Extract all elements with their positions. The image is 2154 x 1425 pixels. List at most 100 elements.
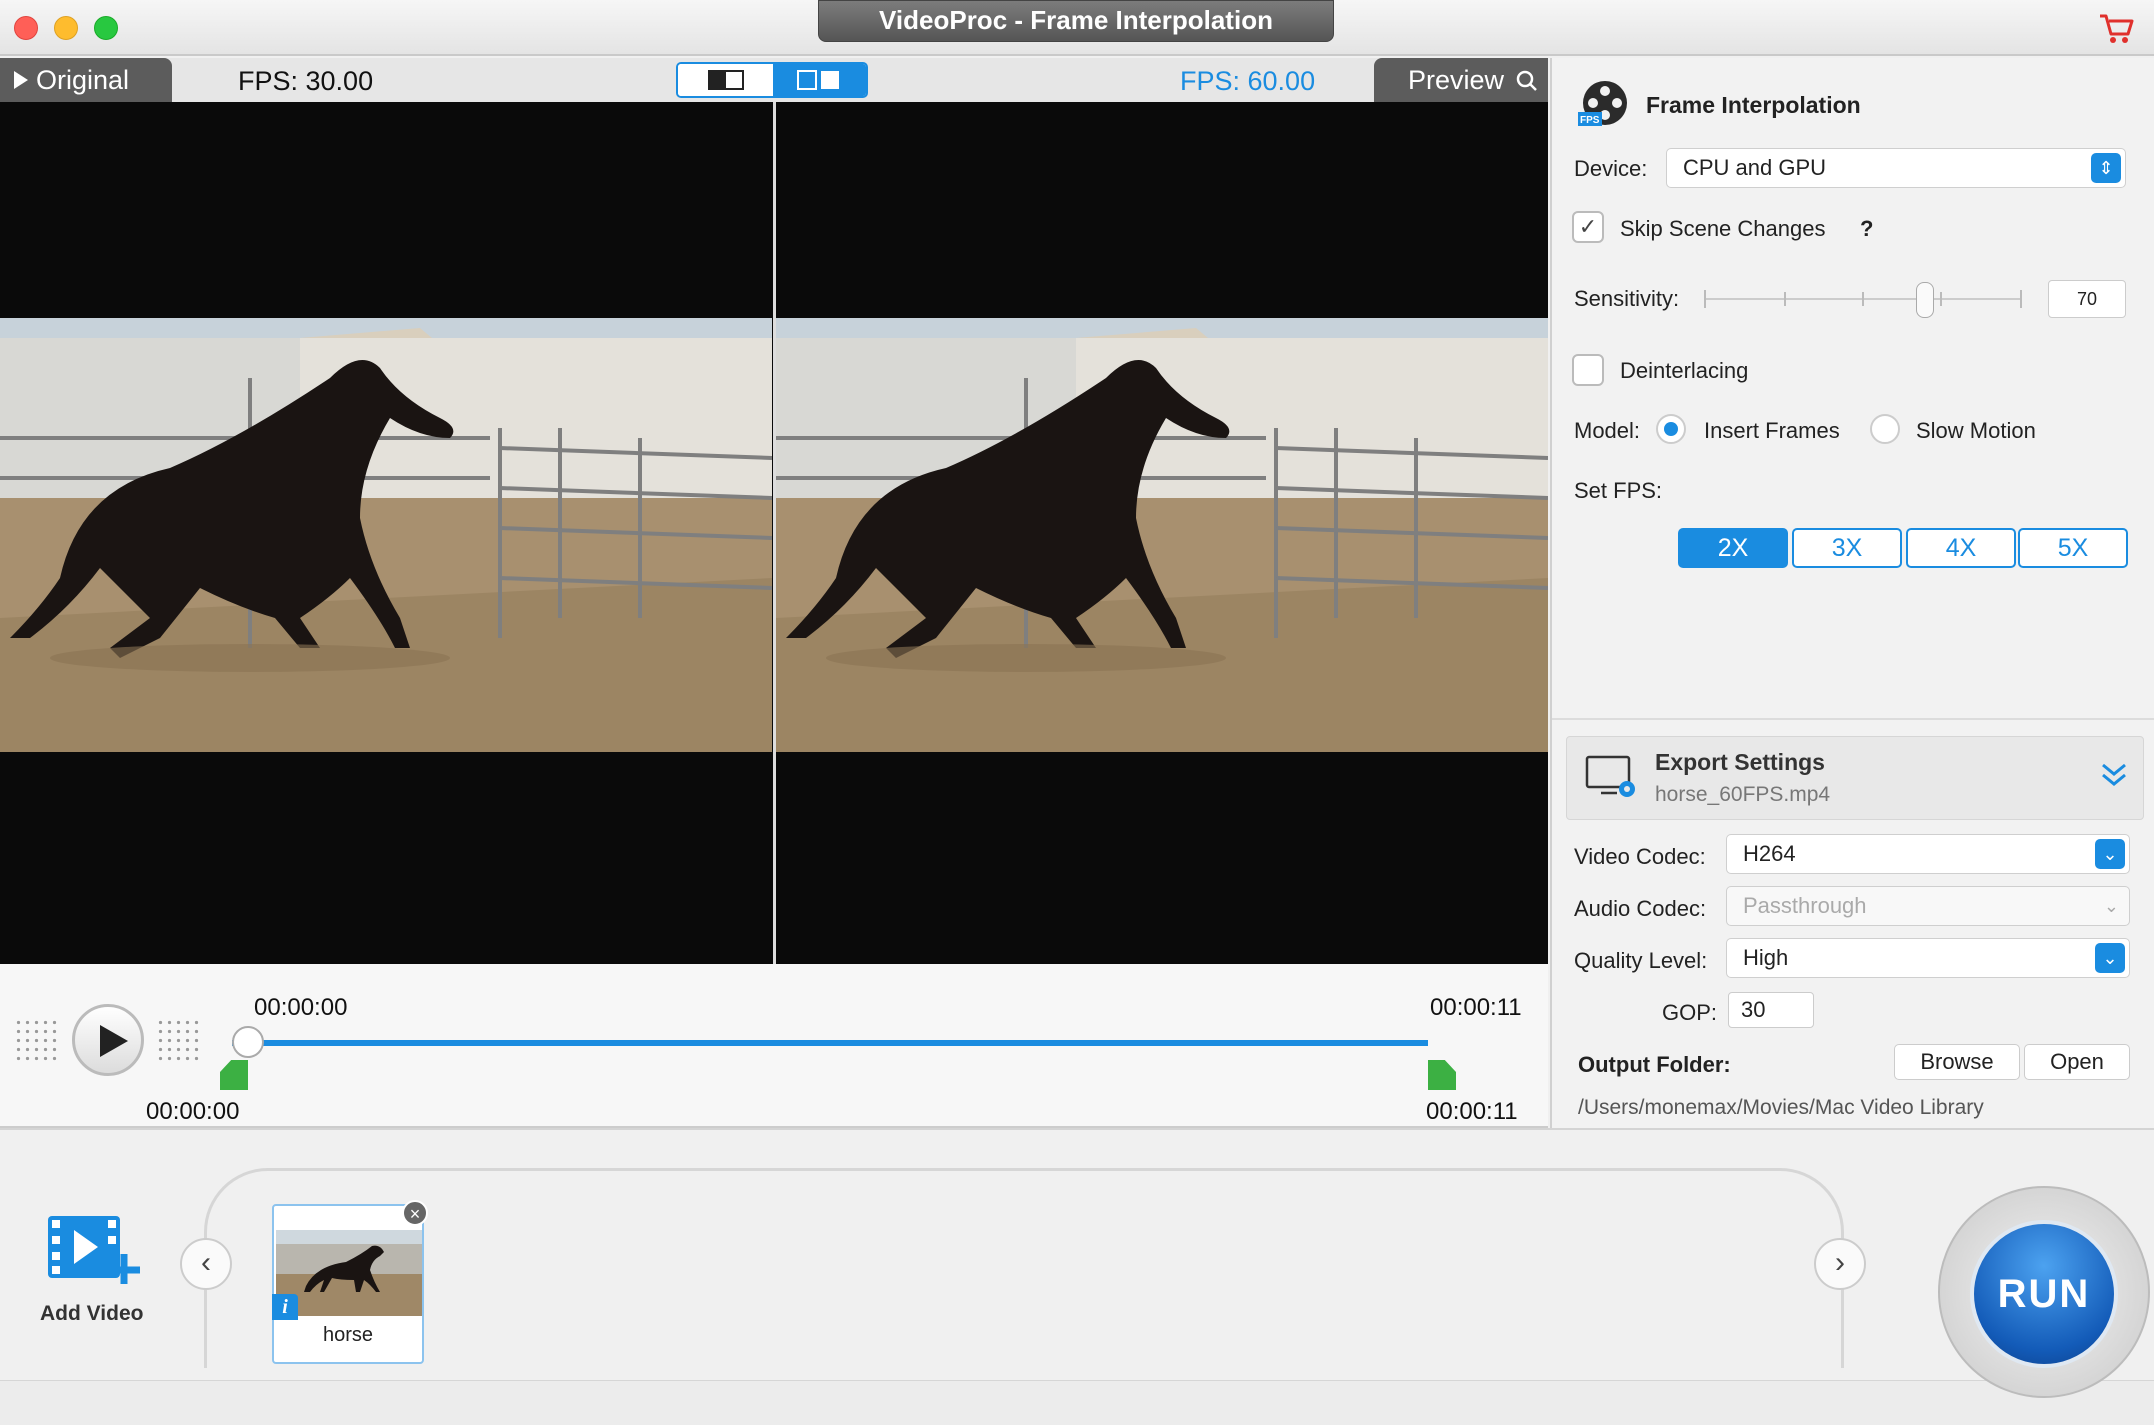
original-fps: FPS: 30.00 [238, 66, 374, 96]
help-icon[interactable]: ? [1860, 216, 1873, 242]
open-button[interactable]: Open [2024, 1044, 2130, 1080]
frame-interpolation-title: Frame Interpolation [1646, 92, 1861, 118]
chevron-down-icon: ⌄ [2095, 839, 2125, 869]
video-codec-label: Video Codec: [1574, 844, 1706, 869]
insert-frames-label: Insert Frames [1704, 418, 1840, 443]
audio-codec-select[interactable]: Passthrough ⌄ [1726, 886, 2130, 926]
fps-3x-button[interactable]: 3X [1792, 528, 1902, 568]
output-folder-label: Output Folder: [1578, 1052, 1731, 1077]
split-view-button[interactable] [773, 64, 866, 96]
skip-scene-label: Skip Scene Changes [1620, 216, 1826, 241]
sensitivity-slider-thumb[interactable] [1916, 282, 1934, 318]
close-window-button[interactable] [14, 16, 38, 40]
clip-carousel-frame [204, 1168, 1844, 1368]
quality-level-value: High [1743, 945, 1789, 970]
app-window: VideoProc - Frame Interpolation Original… [0, 0, 2154, 1425]
video-preview-area [0, 102, 1548, 964]
playhead-handle[interactable] [232, 1026, 264, 1058]
minimize-window-button[interactable] [54, 16, 78, 40]
end-time: 00:00:11 [1430, 994, 1522, 1021]
model-label: Model: [1574, 418, 1641, 443]
export-settings-icon [1585, 755, 1635, 797]
clip-name: horse [322, 1324, 374, 1346]
gop-input[interactable]: 30 [1728, 992, 1814, 1028]
strip-divider [0, 1128, 2154, 1130]
sensitivity-label: Sensitivity: [1574, 286, 1680, 311]
cart-icon[interactable] [2098, 12, 2134, 46]
title-bar: VideoProc - Frame Interpolation [0, 0, 2154, 56]
split-view-icon [797, 70, 839, 90]
slow-motion-radio[interactable] [1870, 414, 1900, 444]
single-view-button[interactable] [678, 64, 773, 96]
preview-tab[interactable]: Preview [1374, 58, 1548, 102]
trim-start-time: 00:00:00 [146, 1098, 240, 1125]
zoom-window-button[interactable] [94, 16, 118, 40]
remove-clip-icon[interactable]: × [402, 1200, 428, 1226]
original-label: Original [36, 65, 130, 95]
chevron-down-icon: ⌄ [2103, 896, 2119, 916]
original-video-frame [0, 318, 772, 752]
play-icon [100, 1025, 128, 1057]
slider-tick [1704, 290, 1706, 308]
preview-video-frame [776, 318, 1548, 752]
film-reel-icon: FPS [1578, 81, 1627, 126]
double-chevron-down-icon [2102, 763, 2126, 786]
next-frame-icon[interactable] [156, 1018, 200, 1064]
preview-header: Original FPS: 30.00 FPS: 60.00 Preview [0, 58, 1548, 102]
slider-tick [2020, 290, 2022, 308]
slider-tick [1940, 292, 1942, 306]
single-view-icon [708, 70, 744, 90]
gop-label: GOP: [1662, 1000, 1718, 1025]
play-outline-icon [14, 70, 28, 89]
set-fps-label: Set FPS: [1574, 478, 1663, 503]
previous-frame-icon[interactable] [14, 1018, 58, 1064]
panel-divider [1552, 718, 2154, 720]
add-video-label[interactable]: Add Video [40, 1302, 143, 1326]
trim-end-time: 00:00:11 [1426, 1098, 1518, 1125]
chevron-down-icon: ⌄ [2095, 943, 2125, 973]
info-icon[interactable]: i [272, 1294, 298, 1320]
timeline-track[interactable] [232, 1040, 1428, 1046]
clip-thumbnail[interactable]: i horse × [272, 1200, 428, 1364]
slow-motion-label: Slow Motion [1916, 418, 2036, 443]
current-time: 00:00:00 [254, 994, 348, 1021]
window-title: VideoProc - Frame Interpolation [818, 0, 1334, 42]
device-label: Device: [1574, 156, 1648, 181]
device-select[interactable]: CPU and GPU ⇕ [1666, 148, 2126, 188]
quality-level-label: Quality Level: [1574, 948, 1708, 973]
carousel-prev-button[interactable]: ‹ [180, 1238, 232, 1290]
preview-label: Preview [1408, 65, 1505, 95]
slider-tick [1862, 292, 1864, 306]
search-icon [1516, 70, 1537, 91]
add-video-icon[interactable] [44, 1210, 140, 1290]
export-filename: horse_60FPS.mp4 [1655, 783, 1831, 806]
deinterlacing-label: Deinterlacing [1620, 358, 1749, 383]
settings-panel: FPS Frame Interpolation Device: CPU and … [1550, 58, 2154, 1128]
skip-scene-checkbox[interactable]: ✓ [1572, 211, 1604, 243]
fps-5x-button[interactable]: 5X [2018, 528, 2128, 568]
preview-fps: FPS: 60.00 [1180, 66, 1316, 96]
output-path: /Users/monemax/Movies/Mac Video Library [1578, 1096, 1984, 1119]
audio-codec-value: Passthrough [1743, 893, 1867, 918]
fps-2x-button[interactable]: 2X [1678, 528, 1788, 568]
quality-level-select[interactable]: High ⌄ [1726, 938, 2130, 978]
run-button[interactable]: RUN [1970, 1220, 2118, 1368]
slider-tick [1784, 292, 1786, 306]
view-mode-toggle[interactable] [676, 62, 868, 98]
export-settings-title: Export Settings [1655, 749, 1825, 775]
video-codec-select[interactable]: H264 ⌄ [1726, 834, 2130, 874]
insert-frames-radio[interactable] [1656, 414, 1686, 444]
fps-4x-button[interactable]: 4X [1906, 528, 2016, 568]
original-tab[interactable]: Original [0, 58, 172, 102]
stepper-arrows-icon: ⇕ [2091, 153, 2121, 183]
video-codec-value: H264 [1743, 841, 1796, 866]
carousel-next-button[interactable]: › [1814, 1238, 1866, 1290]
device-value: CPU and GPU [1683, 155, 1827, 180]
browse-button[interactable]: Browse [1894, 1044, 2020, 1080]
export-settings-header[interactable]: Export Settings horse_60FPS.mp4 [1566, 736, 2144, 820]
play-button[interactable] [72, 1004, 144, 1076]
sensitivity-input[interactable]: 70 [2048, 280, 2126, 318]
audio-codec-label: Audio Codec: [1574, 896, 1707, 921]
svg-text:FPS: FPS [1580, 115, 1600, 126]
deinterlacing-checkbox[interactable] [1572, 354, 1604, 386]
